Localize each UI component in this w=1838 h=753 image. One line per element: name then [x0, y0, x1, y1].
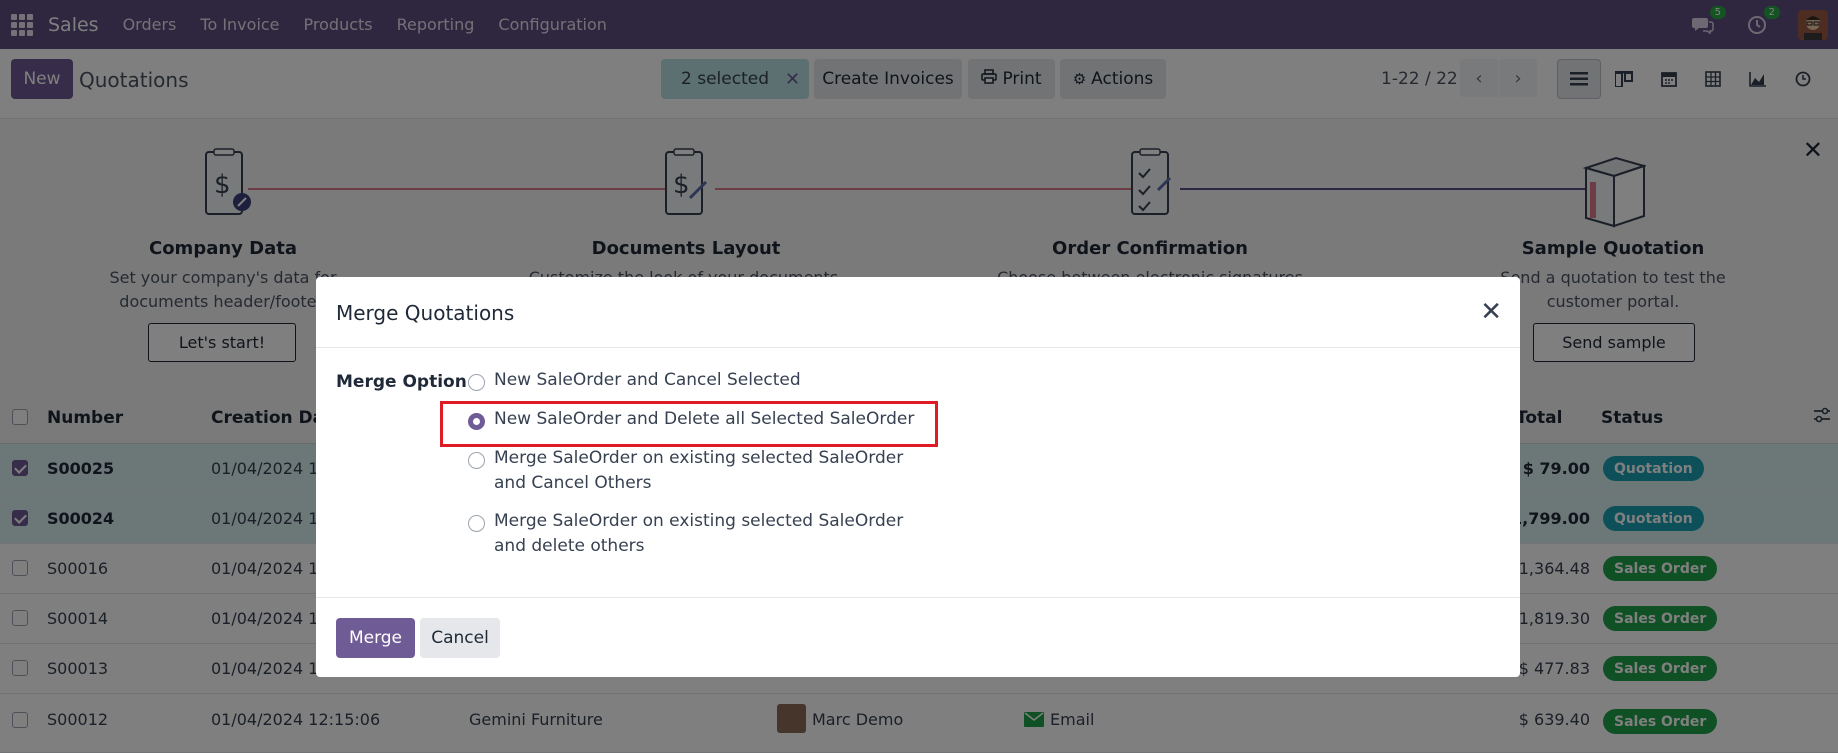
radio-merge-delete-others[interactable] [468, 515, 485, 532]
highlight-box [440, 401, 938, 447]
close-icon[interactable]: ✕ [1480, 297, 1502, 327]
dialog-title: Merge Quotations [336, 301, 515, 325]
option-label[interactable]: New SaleOrder and Cancel Selected [494, 368, 801, 393]
merge-button[interactable]: Merge [336, 618, 415, 658]
option-label-line2[interactable]: and delete others [494, 534, 645, 559]
option-label-line2[interactable]: and Cancel Others [494, 471, 652, 496]
dialog-header: Merge Quotations ✕ [316, 277, 1520, 348]
radio-merge-cancel-others[interactable] [468, 452, 485, 469]
cancel-button[interactable]: Cancel [420, 618, 500, 658]
merge-quotations-dialog: Merge Quotations ✕ Merge Option New Sale… [316, 277, 1520, 677]
option-label[interactable]: Merge SaleOrder on existing selected Sal… [494, 509, 903, 534]
option-label[interactable]: Merge SaleOrder on existing selected Sal… [494, 446, 903, 471]
radio-new-cancel[interactable] [468, 374, 485, 391]
merge-option-label: Merge Option [336, 372, 467, 392]
